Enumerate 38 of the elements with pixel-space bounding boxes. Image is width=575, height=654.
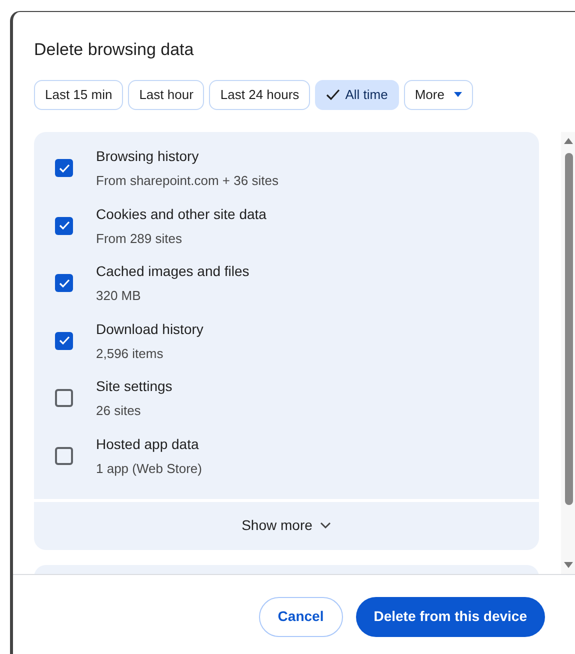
item-label: Cached images and files bbox=[96, 262, 250, 281]
checkbox[interactable] bbox=[55, 274, 73, 292]
item-label: Hosted app data bbox=[96, 434, 200, 454]
item-label: Browsing history bbox=[96, 147, 200, 166]
time-range-chip[interactable]: All time bbox=[315, 80, 399, 110]
scroll-up-arrow-icon[interactable] bbox=[564, 138, 573, 144]
scroll-down-arrow-icon[interactable] bbox=[564, 562, 573, 568]
checkbox[interactable] bbox=[55, 159, 73, 178]
item-label: Cookies and other site data bbox=[96, 204, 266, 224]
check-icon bbox=[58, 221, 70, 230]
scrollbar[interactable] bbox=[561, 132, 575, 574]
delete-button[interactable]: Delete from this device bbox=[356, 596, 545, 636]
check-icon bbox=[58, 164, 70, 173]
scrollbar-thumb[interactable] bbox=[564, 152, 572, 504]
item-detail: 1 app (Web Store) bbox=[96, 460, 202, 478]
checkbox[interactable] bbox=[55, 332, 73, 350]
show-more-button[interactable]: Show more bbox=[34, 502, 539, 550]
check-icon bbox=[58, 278, 70, 288]
dialog-title: Delete browsing data bbox=[33, 39, 195, 61]
time-range-chip[interactable]: Last 24 hours bbox=[209, 80, 310, 110]
checkbox[interactable] bbox=[55, 446, 73, 465]
item-detail: 26 sites bbox=[96, 402, 142, 420]
check-icon bbox=[326, 88, 340, 100]
time-range-chip[interactable]: Last 15 min bbox=[34, 80, 124, 110]
item-detail: From sharepoint.com + 36 sites bbox=[96, 172, 278, 190]
time-range-chip[interactable]: Last hour bbox=[128, 80, 204, 110]
item-label: Site settings bbox=[96, 377, 172, 396]
cancel-button[interactable]: Cancel bbox=[258, 596, 343, 636]
check-icon bbox=[58, 336, 70, 346]
checkbox[interactable] bbox=[55, 216, 73, 235]
chevron-down-icon bbox=[320, 522, 332, 529]
item-detail: 2,596 items bbox=[96, 344, 164, 362]
item-detail: 320 MB bbox=[96, 287, 142, 305]
item-detail: From 289 sites bbox=[96, 230, 183, 248]
checkbox[interactable] bbox=[55, 389, 73, 408]
time-range-chip[interactable]: More bbox=[404, 80, 474, 110]
caret-icon bbox=[454, 92, 462, 97]
item-label: Download history bbox=[96, 320, 204, 339]
